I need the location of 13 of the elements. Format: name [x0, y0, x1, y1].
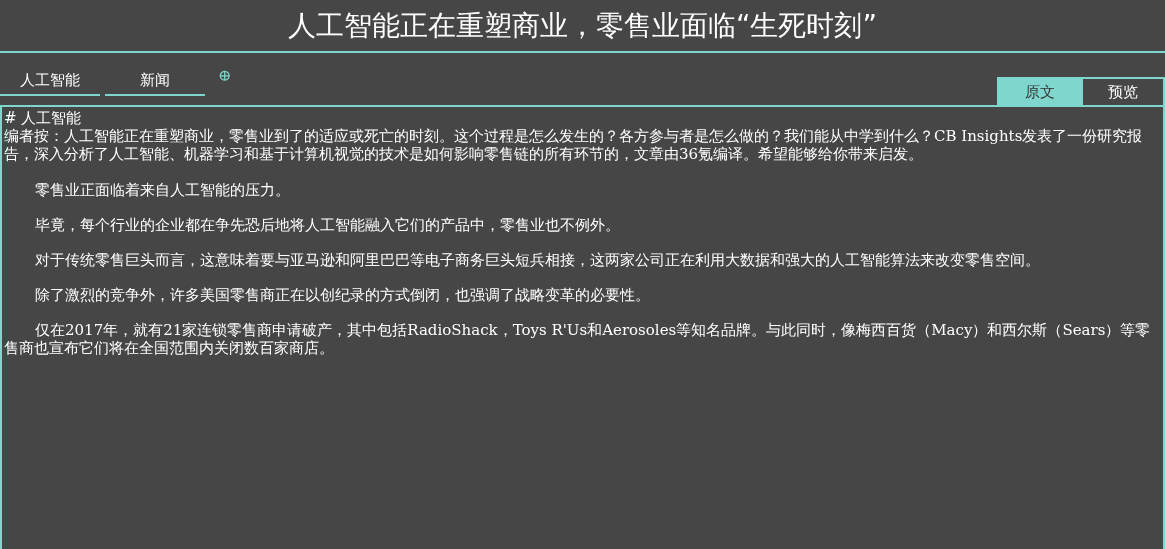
paragraph: 除了激烈的竞争外，许多美国零售商正在以创纪录的方式倒闭，也强调了战略变革的必要性。: [34, 286, 651, 304]
text-editor[interactable]: [0, 105, 1165, 549]
heading-line: # 人工智能: [4, 109, 83, 127]
editor-note: 编者按：人工智能正在重塑商业，零售业到了的适应或死亡的时刻。这个过程是怎么发生的？各方参与者是怎么做的？我们能从中学到什么？CB Insights发表了一份研究报告，深入分析了人工智能、机器学习和基于计算机视觉的技术是如何影响零售链的所有环节的，文章由36氪编译。希望能够给你带来启发。: [4, 127, 1144, 163]
page-title: 人工智能正在重塑商业，零售业面临“生死时刻”: [288, 7, 877, 44]
add-tab-button[interactable]: ⊕: [218, 66, 232, 85]
paragraph: 对于传统零售巨头而言，这意味着要与亚马逊和阿里巴巴等电子商务巨头短兵相接，这两家公司正在利用大数据和强大的人工智能算法来改变零售空间。: [34, 251, 1041, 269]
tab[interactable]: 人工智能: [0, 66, 100, 96]
paragraph: 仅在2017年，就有21家连锁零售商申请破产，其中包括RadioShack，Toys R'Us和Aerosoles等知名品牌。与此同时，像梅西百货（Macy）和西尔斯（Sears）等零售商也宣布它们将在全国范围内关闭数百家商店。: [4, 321, 1152, 357]
paragraph: 零售业正面临着来自人工智能的压力。: [34, 181, 291, 199]
paragraph: 毕竟，每个行业的企业都在争先恐后地将人工智能融入它们的产品中，零售业也不例外。: [34, 216, 621, 234]
tab[interactable]: 新闻: [105, 66, 205, 96]
view-tab[interactable]: 原文: [999, 79, 1081, 105]
